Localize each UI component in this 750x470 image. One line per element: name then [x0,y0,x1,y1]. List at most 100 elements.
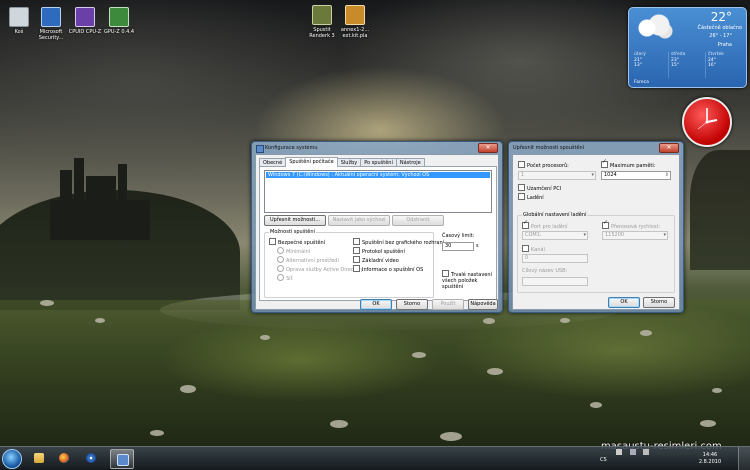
network-icon[interactable] [629,449,636,455]
max-memory-checkbox[interactable]: Maximum paměti: [601,159,655,169]
weather-range: 26° - 17° [709,33,732,39]
baud-rate-select[interactable]: 115200 ▾ [602,231,668,240]
weather-temperature: 22° [710,10,732,24]
os-boot-info-checkbox[interactable]: Informace o spuštění OS [353,265,423,273]
close-button[interactable]: ✕ [659,143,679,153]
debug-checkbox[interactable]: Ladění [518,193,544,201]
show-desktop-button[interactable] [738,447,750,470]
checkbox-icon [518,193,525,200]
cancel-button[interactable]: Storno [396,299,428,310]
os-list-item[interactable]: Windows 7 (C:\Windows) : Aktuální operač… [266,172,490,178]
taskbar-firefox[interactable] [53,449,75,467]
chevron-down-icon: ▾ [663,232,666,238]
timeout-unit: s [476,243,479,249]
no-gui-boot-checkbox[interactable]: Spuštění bez grafického rozhraní [353,238,444,246]
taskbar-explorer[interactable] [28,449,50,467]
forecast-day: čtvrtek 24° 16° [708,52,724,68]
safe-boot-minimal-radio[interactable]: Minimální [277,247,310,255]
tray-clock[interactable]: 14:46 2.8.2010 [692,452,728,466]
window-title: Upřesnit možnosti spouštění [513,145,585,151]
usb-target-label: Cílový název USB: [522,268,568,274]
clock-gadget[interactable] [682,97,732,147]
titlebar[interactable]: Konfigurace systému ✕ [252,142,502,154]
timeout-label: Časový limit: [442,233,475,239]
taskbar-msconfig[interactable] [110,449,134,469]
tab-strip: Obecné Spuštění počítače Služby Po spušt… [259,157,425,167]
start-button[interactable] [2,449,22,469]
radio-icon [277,274,284,281]
usb-target-input[interactable] [522,277,588,286]
os-list[interactable]: Windows 7 (C:\Windows) : Aktuální operač… [264,170,492,213]
security-essentials-icon [41,7,61,27]
cpu-z-icon [75,7,95,27]
channel-checkbox[interactable]: Kanál [522,245,545,253]
checkbox-icon [602,220,609,229]
firefox-icon [59,453,69,463]
app-shortcut-icon [345,5,365,25]
safe-boot-active-directory-radio[interactable]: Oprava služby Active Directory [277,265,363,273]
advanced-options-button[interactable]: Upřesnit možnosti... [264,215,326,226]
advanced-boot-options-window[interactable]: Upřesnit možnosti spouštění ✕ Počet proc… [508,141,684,313]
desktop-icon-gpu-z[interactable]: GPU-Z 0.4.4 [100,7,138,35]
radio-icon [277,247,284,254]
ok-button[interactable]: OK [608,297,640,308]
tray-icons[interactable] [616,449,650,457]
boot-log-checkbox[interactable]: Protokol spuštění [353,247,405,255]
boot-options-label: Možnosti spuštění [269,229,316,235]
flag-icon[interactable] [616,449,622,455]
weather-gadget[interactable]: 22° Částečně oblačno 26° - 17° Praha úte… [628,7,747,88]
recycle-bin-icon [9,7,29,27]
weather-condition: Částečně oblačno [697,25,742,31]
checkbox-icon [518,184,525,191]
checkbox-icon [518,161,525,168]
forecast-day: středa 23° 15° [669,52,706,78]
debug-port-select[interactable]: COM1: ▾ [522,231,588,240]
desktop-icon-cpu-z[interactable]: CPUID CPU-Z [66,7,104,35]
tray-date: 2.8.2010 [698,459,722,465]
volume-icon[interactable] [643,449,650,455]
safe-boot-checkbox[interactable]: Bezpečné spuštění [269,238,325,246]
set-default-button[interactable]: Nastavit jako výchozí [328,215,390,226]
tab-boot[interactable]: Spuštění počítače [285,157,338,167]
language-indicator[interactable]: CS [600,457,607,463]
weather-city: Praha [717,42,732,48]
msconfig-icon [256,145,264,153]
delete-button[interactable]: Odstranit [392,215,444,226]
checkbox-icon [353,247,360,254]
checkbox-icon [353,238,360,245]
titlebar[interactable]: Upřesnit možnosti spouštění ✕ [509,142,683,154]
taskbar-media-player[interactable] [80,449,102,467]
tray-time: 14:46 [702,452,718,458]
max-memory-input[interactable]: 1024 ⇕ [601,171,671,180]
chevron-down-icon: ▾ [583,232,586,238]
global-debug-group: Globální nastavení ladění Port pro laděn… [517,212,675,293]
spinner-icon: ⇕ [664,172,669,178]
processors-select[interactable]: 1 ▾ [518,171,596,180]
app-shortcut-icon [312,5,332,25]
desktop-icon-shortcut-2[interactable]: annex1-2... ext.kit.pla [336,5,374,39]
pci-lock-checkbox[interactable]: Uzamčení PCI [518,184,561,192]
permanent-checkbox[interactable]: Trvalé nastavení všech položek spuštění [442,270,496,290]
help-button[interactable]: Nápověda [468,299,498,310]
folder-icon [34,453,44,463]
safe-boot-alternate-shell-radio[interactable]: Alternativní prostředí [277,256,339,264]
media-player-icon [86,453,96,463]
channel-input[interactable]: 0 [522,254,588,263]
close-button[interactable]: ✕ [478,143,498,153]
debug-port-checkbox[interactable]: Port pro ladění [522,220,568,230]
checkbox-icon [269,238,276,245]
timeout-input[interactable]: 30 [442,242,474,251]
ok-button[interactable]: OK [360,299,392,310]
baud-rate-checkbox[interactable]: Přenosová rychlost: [602,220,660,230]
base-video-checkbox[interactable]: Základní video [353,256,399,264]
desktop-icon-security[interactable]: Microsoft Security... [32,7,70,41]
apply-button[interactable]: Použít [432,299,464,310]
system-configuration-window[interactable]: Konfigurace systému ✕ Obecné Spuštění po… [251,141,503,313]
cancel-button[interactable]: Storno [643,297,675,308]
weather-forecast: úterý 21° 13° středa 23° 15° čtvrtek 24°… [632,52,742,78]
safe-boot-network-radio[interactable]: Síť [277,274,293,282]
checkbox-icon [353,256,360,263]
checkbox-icon [522,220,529,229]
num-processors-checkbox[interactable]: Počet procesorů: [518,161,569,169]
checkbox-icon [522,245,529,252]
